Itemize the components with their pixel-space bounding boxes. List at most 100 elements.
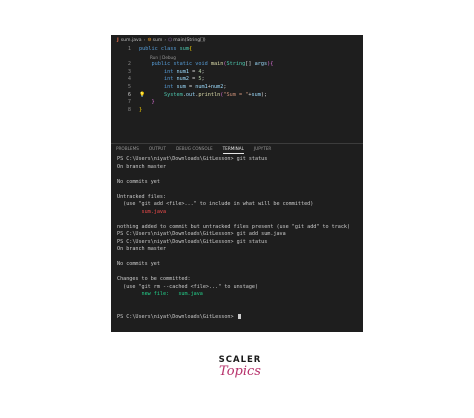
terminal-line: (use "git rm --cached <file>..." to unst…	[117, 284, 363, 292]
terminal-line: Changes to be committed:	[117, 276, 363, 284]
code-token: }	[139, 106, 143, 113]
panel-tab-bar: PROBLEMS OUTPUT DEBUG CONSOLE TERMINAL JUPYT…	[111, 143, 363, 154]
line-number: 1	[127, 46, 131, 52]
terminal-line-text: PS C:\Users\niyat\Downloads\GitLesson> g…	[117, 231, 286, 237]
terminal-line: Untracked files:	[117, 194, 363, 202]
code-token: System	[139, 91, 183, 98]
tab-problems[interactable]: PROBLEMS	[111, 144, 144, 154]
terminal-line: PS C:\Users\niyat\Downloads\GitLesson> g…	[117, 231, 363, 239]
code-token: ;	[223, 83, 227, 90]
chevron-right-icon: ›	[143, 37, 146, 43]
code-token: =	[188, 76, 199, 83]
code-token: num2	[210, 83, 224, 90]
logo-topics-text: Topics	[219, 364, 261, 379]
vscode-window: J sum.java › ⚙ sum › ⬡ main(String[]) 1 p…	[111, 35, 363, 332]
terminal-cursor	[237, 313, 241, 319]
code-token: out	[185, 91, 196, 98]
code-token: int	[139, 83, 177, 90]
terminal-line-text: Untracked files:	[117, 193, 167, 200]
code-token: main	[210, 61, 224, 68]
terminal-line-text: On branch master	[117, 246, 167, 252]
breadcrumb-class[interactable]: sum	[153, 38, 163, 43]
terminal-line-text: PS C:\Users\niyat\Downloads\GitLesson>	[117, 313, 237, 320]
terminal-line-text: No commits yet	[117, 178, 160, 185]
code-token: sum	[176, 83, 186, 90]
line-number: 8	[127, 106, 131, 113]
terminal-line-text: PS C:\Users\niyat\Downloads\GitLesson> g…	[117, 238, 268, 245]
code-text: public static void main(String[] args){	[139, 61, 273, 69]
codelens-label[interactable]: Run | Debug	[150, 54, 176, 62]
terminal-line-text: nothing added to commit but untracked fi…	[117, 223, 351, 230]
line-number: 5	[127, 83, 131, 90]
code-token: ){	[267, 61, 274, 68]
code-editor[interactable]: 1 public class sum{Run | Debug 2 public st…	[111, 45, 363, 142]
code-token: num1	[195, 83, 208, 90]
code-line: 5 int sum = num1+num2;	[111, 84, 363, 92]
method-icon: ⬡	[168, 37, 173, 43]
code-token: );	[260, 91, 268, 98]
terminal-line: No commits yet	[117, 261, 363, 269]
code-line: 3 int num1 = 4;	[111, 69, 363, 77]
code-token: {	[188, 46, 193, 52]
code-token: public class	[139, 46, 180, 52]
code-text: int sum = num1+num2;	[139, 83, 227, 92]
code-token: int	[139, 68, 177, 75]
code-token: args	[254, 61, 268, 68]
terminal-line-text: PS C:\Users\niyat\Downloads\GitLesson> g…	[117, 156, 268, 162]
terminal-output[interactable]: PS C:\Users\niyat\Downloads\GitLesson> g…	[111, 156, 363, 321]
terminal-line-text: new file: sum.java	[117, 291, 203, 297]
tab-terminal[interactable]: TERMINAL	[218, 144, 249, 154]
terminal-line: nothing added to commit but untracked fi…	[117, 224, 363, 232]
terminal-line: PS C:\Users\niyat\Downloads\GitLesson> g…	[117, 156, 363, 164]
code-token: num2	[176, 76, 189, 83]
code-text: public class sum{	[139, 46, 192, 54]
terminal-line-text: On branch master	[117, 163, 167, 170]
code-text: }	[139, 99, 154, 107]
class-icon: ⚙	[147, 37, 152, 43]
code-token: ;	[201, 68, 205, 75]
breadcrumb: J sum.java › ⚙ sum › ⬡ main(String[])	[111, 35, 363, 45]
line-number: 7	[127, 99, 131, 106]
breadcrumb-method[interactable]: main(String[])	[173, 38, 205, 43]
java-file-icon: J	[117, 37, 119, 43]
terminal-line-text: (use "git add <file>..." to include in w…	[117, 201, 314, 207]
line-number: 4	[127, 76, 131, 83]
tab-debug-console[interactable]: DEBUG CONSOLE	[171, 144, 218, 154]
line-number: 6	[127, 91, 131, 98]
codelens-run-debug[interactable]: Run | Debug	[111, 54, 363, 62]
code-token: "Sum = "	[223, 91, 249, 98]
code-line: 6 💡 System.out.println("Sum = "+sum);	[111, 92, 363, 100]
code-token: println	[198, 91, 221, 98]
breadcrumb-file[interactable]: sum.java	[121, 38, 142, 43]
terminal-line: On branch master	[117, 246, 363, 254]
terminal-line: PS C:\Users\niyat\Downloads\GitLesson> g…	[117, 239, 363, 247]
code-line: 1 public class sum{	[111, 46, 363, 54]
code-token: String	[226, 61, 246, 68]
chevron-right-icon: ›	[164, 37, 167, 43]
terminal-line: new file: sum.java	[117, 291, 363, 299]
code-line: 2 public static void main(String[] args)…	[111, 61, 363, 69]
terminal-line: (use "git add <file>..." to include in w…	[117, 201, 363, 209]
code-token: num1	[176, 68, 189, 75]
code-token: ;	[201, 76, 205, 83]
code-line: 7 }	[111, 99, 363, 107]
code-token: sum	[251, 91, 261, 98]
terminal-line-text: sum.java	[117, 208, 167, 215]
terminal-line: PS C:\Users\niyat\Downloads\GitLesson>	[117, 313, 363, 322]
terminal-line-text: (use "git rm --cached <file>..." to unst…	[117, 283, 259, 290]
tab-jupyter[interactable]: JUPYTER	[249, 144, 276, 154]
code-token: =	[188, 68, 199, 75]
terminal-line: sum.java	[117, 209, 363, 217]
terminal-line-text: No commits yet	[117, 261, 160, 267]
code-text: System.out.println("Sum = "+sum);	[139, 92, 267, 100]
code-line: 8}	[111, 107, 363, 115]
code-token: int	[139, 76, 177, 83]
tab-output[interactable]: OUTPUT	[144, 144, 171, 154]
